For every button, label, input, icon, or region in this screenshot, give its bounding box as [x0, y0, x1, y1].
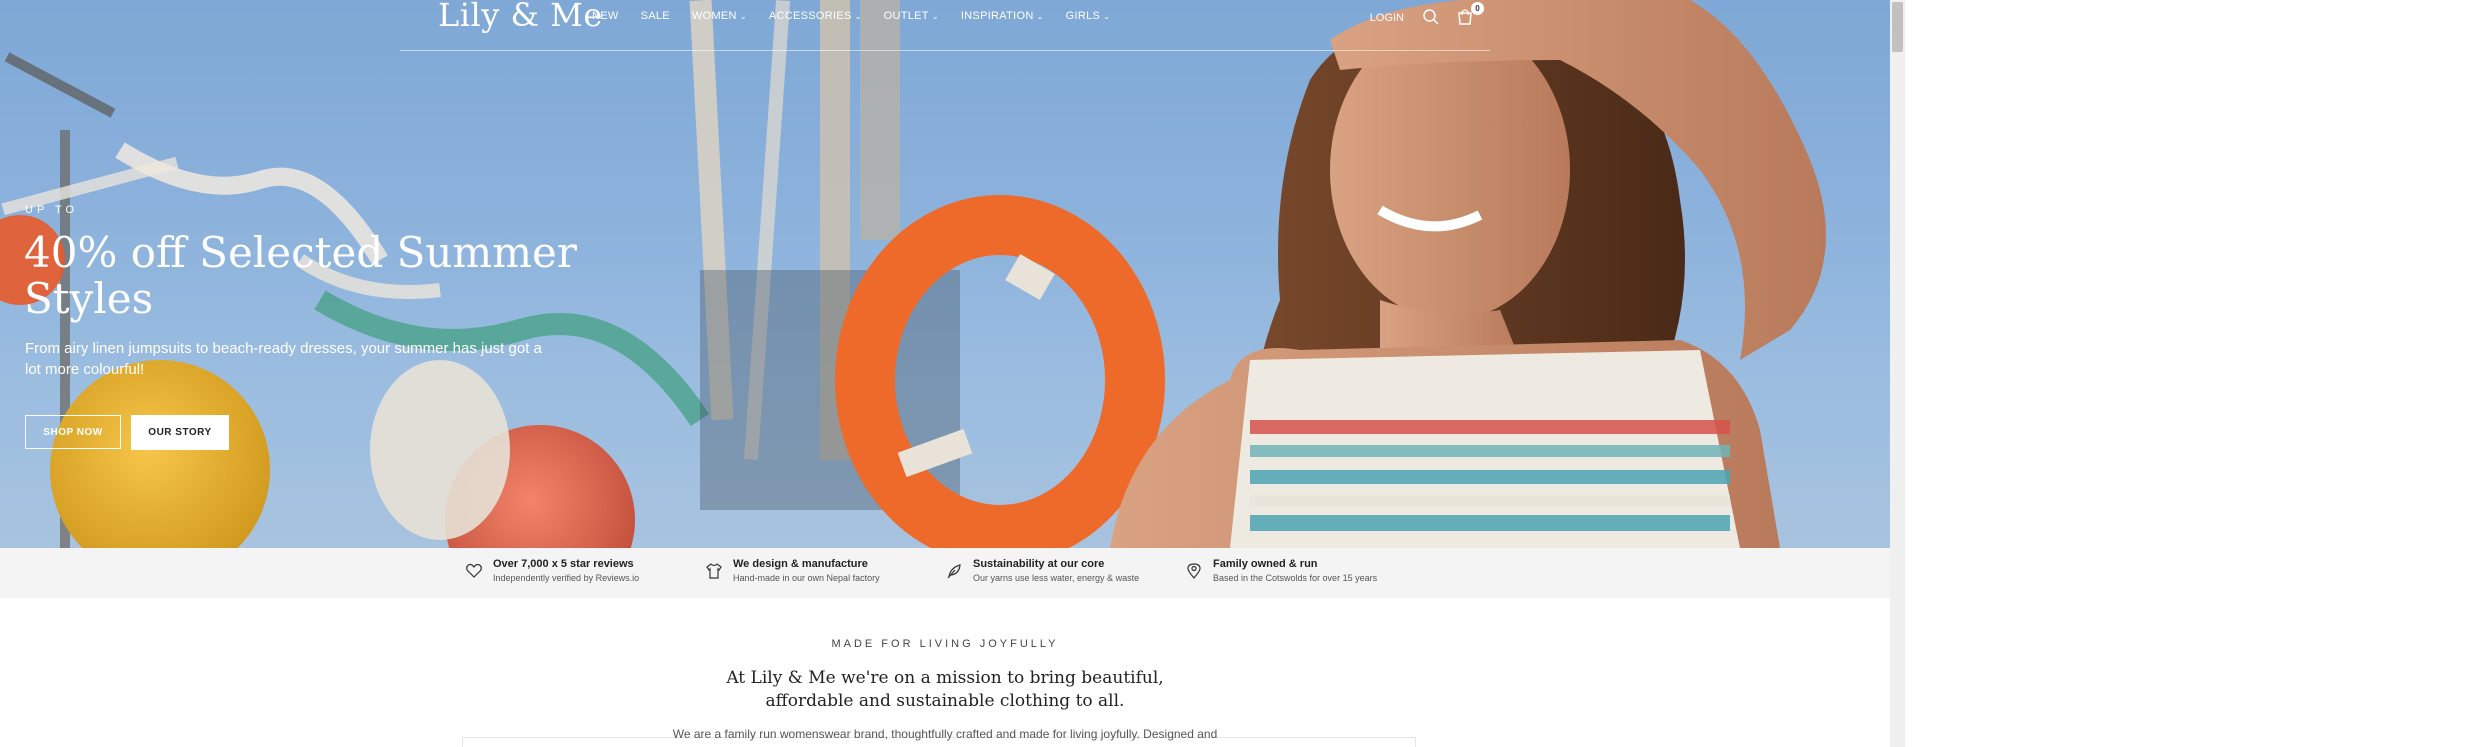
- our-story-button[interactable]: OUR STORY: [131, 415, 229, 450]
- leaf-icon: [947, 564, 961, 579]
- usp-bar: Over 7,000 x 5 star reviews Independently…: [0, 548, 1890, 598]
- nav-item-accessories[interactable]: ACCESSORIES ⌄: [769, 10, 862, 22]
- main-nav: NEW SALE WOMEN ⌄ ACCESSORIES ⌄ OUTLET ⌄ INS…: [592, 10, 1132, 22]
- nav-item-new[interactable]: NEW: [592, 10, 619, 22]
- mission-text: We are a family run womenswear brand, th…: [672, 727, 1218, 741]
- nav-item-sale[interactable]: SALE: [641, 10, 670, 22]
- search-icon[interactable]: [1422, 8, 1442, 28]
- page: Lily & Me NEW SALE WOMEN ⌄ ACCESSORIES ⌄ O…: [0, 0, 1890, 747]
- heart-icon: [466, 563, 482, 578]
- chevron-down-icon: ⌄: [931, 11, 939, 21]
- usp-reviews: Over 7,000 x 5 star reviews Independently…: [465, 558, 639, 583]
- hero-eyebrow: UP TO: [25, 204, 79, 216]
- usp-family: Family owned & run Based in the Cotswolds…: [1185, 558, 1377, 583]
- hero-title: 40% off Selected Summer Styles: [24, 228, 577, 323]
- header-actions: LOGIN 0: [1370, 2, 1490, 28]
- usp-sustainability: Sustainability at our core Our yarns use …: [945, 558, 1139, 583]
- hero-subtitle: From airy linen jumpsuits to beach-ready…: [25, 340, 542, 378]
- site-header: Lily & Me NEW SALE WOMEN ⌄ ACCESSORIES ⌄ O…: [400, 0, 1490, 51]
- login-link[interactable]: LOGIN: [1370, 12, 1404, 24]
- scrollbar-thumb[interactable]: [1892, 2, 1903, 52]
- shop-now-button[interactable]: SHOP NOW: [25, 415, 121, 449]
- nav-item-women[interactable]: WOMEN ⌄: [692, 10, 747, 22]
- chevron-down-icon: ⌄: [739, 11, 747, 21]
- hero-banner[interactable]: Lily & Me NEW SALE WOMEN ⌄ ACCESSORIES ⌄ O…: [0, 0, 1890, 548]
- chevron-down-icon: ⌄: [854, 11, 862, 21]
- location-pin-icon: [1187, 563, 1201, 579]
- chevron-down-icon: ⌄: [1103, 11, 1111, 21]
- cart-icon[interactable]: 0: [1456, 2, 1484, 28]
- chevron-down-icon: ⌄: [1036, 11, 1044, 21]
- usp-design: We design & manufacture Hand-made in our …: [705, 558, 880, 583]
- nav-item-girls[interactable]: GIRLS ⌄: [1066, 10, 1111, 22]
- mission-eyebrow: MADE FOR LIVING JOYFULLY: [831, 638, 1059, 650]
- tshirt-icon: [706, 563, 722, 579]
- mission-title: At Lily & Me we're on a mission to bring…: [726, 668, 1164, 711]
- page-scrollbar[interactable]: [1890, 0, 1905, 747]
- cart-count-badge: 0: [1471, 2, 1484, 15]
- site-logo[interactable]: Lily & Me: [438, 0, 603, 34]
- nav-item-outlet[interactable]: OUTLET ⌄: [884, 10, 939, 22]
- empty-area: [1905, 0, 2485, 747]
- nav-item-inspiration[interactable]: INSPIRATION ⌄: [961, 10, 1044, 22]
